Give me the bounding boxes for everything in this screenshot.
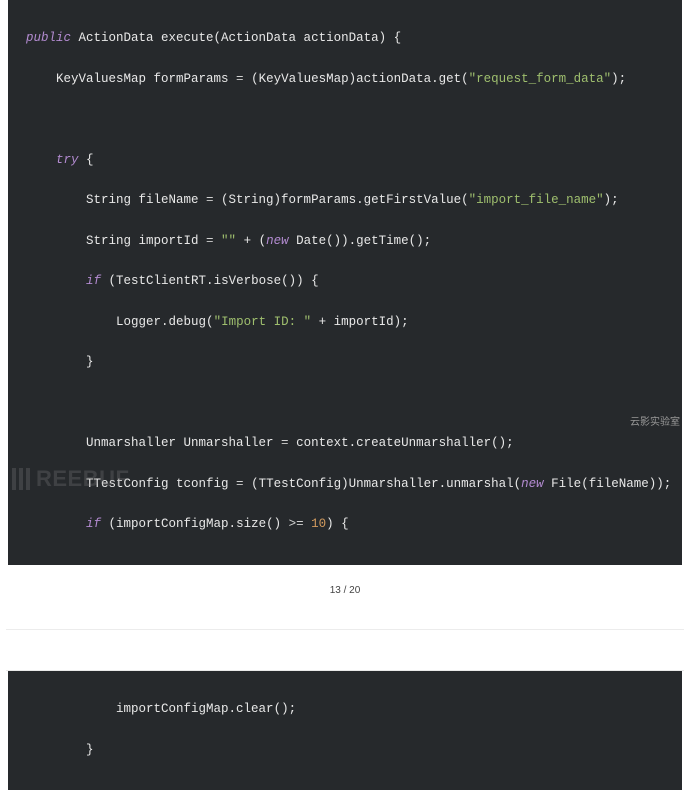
page-gap bbox=[0, 630, 690, 670]
code-line: Logger.debug("Import ID: " + importId); bbox=[8, 312, 682, 332]
code-line: String importId = "" + (new Date()).getT… bbox=[8, 231, 682, 251]
code-line bbox=[8, 393, 682, 413]
pager-text: 13 / 20 bbox=[330, 585, 361, 596]
code-line: try { bbox=[8, 150, 682, 170]
code-line: Unmarshaller Unmarshaller = context.crea… bbox=[8, 433, 682, 453]
code-line: public ActionData execute(ActionData act… bbox=[8, 28, 682, 48]
pager: 13 / 20 bbox=[0, 565, 690, 621]
code-line: if (TestClientRT.isVerbose()) { bbox=[8, 271, 682, 291]
watermark-label: 云影实验室 bbox=[630, 415, 680, 431]
code-line: } bbox=[8, 740, 682, 760]
code-line: KeyValuesMap formParams = (KeyValuesMap)… bbox=[8, 69, 682, 89]
code-line bbox=[8, 109, 682, 129]
code-line: importConfigMap.clear(); bbox=[8, 699, 682, 719]
code-line: } bbox=[8, 352, 682, 372]
code-block-bottom: importConfigMap.clear(); } bbox=[8, 671, 682, 790]
logo-text: REEBUF bbox=[36, 461, 129, 497]
code-line: if (importConfigMap.size() >= 10) { bbox=[8, 514, 682, 534]
code-line: String fileName = (String)formParams.get… bbox=[8, 190, 682, 210]
logo-bars-icon bbox=[12, 468, 30, 490]
watermark-logo: REEBUF bbox=[12, 461, 129, 497]
